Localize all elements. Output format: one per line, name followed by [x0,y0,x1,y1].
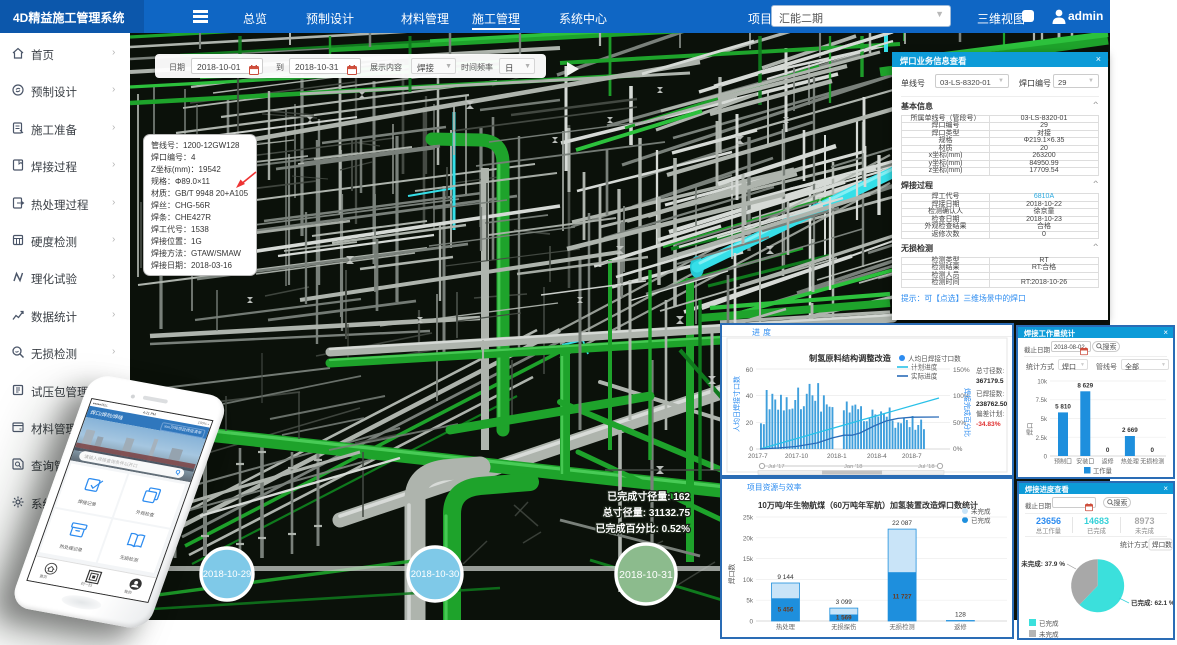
svg-text:焊口: 焊口 [1025,423,1034,436]
svg-text:40: 40 [746,393,754,400]
svg-text:128: 128 [955,612,966,619]
svg-text:制氢原料结构调整改造: 制氢原料结构调整改造 [809,353,892,363]
svg-text:0%: 0% [953,446,963,453]
svg-text:偏差计划:: 偏差计划: [976,409,1004,418]
svg-text:预制口: 预制口 [1054,458,1072,466]
svg-text:0: 0 [1150,447,1154,454]
svg-text:-34.83%: -34.83% [976,421,1001,428]
svg-text:Jul '18: Jul '18 [918,464,935,470]
svg-text:计划进度: 计划进度 [911,363,938,372]
svg-text:Jul '17: Jul '17 [768,464,785,470]
svg-text:2018-10-31: 2018-10-31 [619,569,673,581]
svg-text:238762.50: 238762.50 [976,401,1008,408]
svg-text:实际进度: 实际进度 [911,372,938,381]
svg-text:15k: 15k [743,556,754,563]
svg-text:焊口数: 焊口数 [1152,540,1172,549]
svg-text:未完成: 未完成 [971,507,991,516]
svg-text:热处理: 热处理 [1121,458,1139,466]
svg-text:已焊接数:: 已焊接数: [976,389,1004,398]
svg-text:60: 60 [746,367,754,374]
svg-text:2 669: 2 669 [1122,427,1138,434]
svg-text:11 727: 11 727 [893,594,912,601]
svg-text:返修: 返修 [1102,458,1114,466]
svg-text:150%: 150% [953,367,970,374]
svg-text:统计方式: 统计方式 [1120,540,1148,549]
svg-text:总寸径量: 31132.75: 总寸径量: 31132.75 [603,506,691,519]
svg-text:25k: 25k [743,515,754,522]
svg-text:10k: 10k [743,577,754,584]
svg-text:9 144: 9 144 [777,574,794,581]
svg-text:无损探伤: 无损探伤 [831,622,856,631]
svg-text:已完成百分比: 0.52%: 已完成百分比: 0.52% [596,522,691,535]
svg-text:2017-7: 2017-7 [748,453,768,460]
svg-text:工作量: 工作量 [1093,466,1113,475]
svg-text:10k: 10k [1037,380,1048,386]
svg-text:1 569: 1 569 [836,615,852,622]
svg-text:焊接完成百分比: 焊接完成百分比 [963,388,972,437]
svg-text:热处理: 热处理 [776,622,796,631]
svg-text:0: 0 [1106,447,1110,454]
svg-text:未完成: 未完成 [1039,630,1059,639]
svg-text:367179.5: 367179.5 [976,378,1004,385]
svg-text:2018-7: 2018-7 [902,453,922,460]
svg-text:5k: 5k [746,598,754,605]
svg-text:人均日焊接寸口数: 人均日焊接寸口数 [732,376,741,432]
svg-text:8 629: 8 629 [1077,382,1093,389]
svg-text:3 099: 3 099 [836,599,853,606]
svg-text:0: 0 [749,619,753,626]
svg-text:2017-10: 2017-10 [785,453,809,460]
svg-text:20: 20 [746,420,754,427]
svg-text:人均日焊接寸口数: 人均日焊接寸口数 [908,354,961,363]
svg-text:已完成寸径量: 162: 已完成寸径量: 162 [607,490,690,503]
svg-text:总寸径数:: 总寸径数: [976,366,1004,375]
svg-text:2018-4: 2018-4 [867,453,887,460]
svg-text:已完成: 62.1 %: 已完成: 62.1 % [1131,598,1173,607]
svg-text:Jan '18: Jan '18 [844,464,863,470]
svg-text:5 810: 5 810 [1055,403,1071,410]
svg-text:2018-10-29: 2018-10-29 [203,569,252,580]
svg-text:返修: 返修 [954,622,967,631]
svg-text:5k: 5k [1041,417,1048,423]
svg-text:0: 0 [749,446,753,453]
svg-text:无损检测: 无损检测 [890,622,915,631]
svg-text:5 456: 5 456 [778,607,794,614]
svg-text:7.5k: 7.5k [1036,398,1048,404]
svg-text:无损检测: 无损检测 [1140,458,1164,466]
svg-text:22 087: 22 087 [892,520,912,527]
svg-text:0: 0 [1044,455,1048,461]
svg-text:10万吨/年生物航煤（60万吨年军航）加氢装置改造焊口数统计: 10万吨/年生物航煤（60万吨年军航）加氢装置改造焊口数统计 [758,500,978,510]
svg-text:未完成: 37.9 %: 未完成: 37.9 % [1021,559,1065,568]
svg-text:安装口: 安装口 [1076,458,1094,466]
svg-text:焊口数: 焊口数 [727,564,736,585]
svg-text:2.5k: 2.5k [1036,436,1048,442]
svg-text:2018-10-30: 2018-10-30 [411,569,460,580]
svg-text:2018-1: 2018-1 [827,453,847,460]
svg-text:20k: 20k [743,535,754,542]
svg-text:已完成: 已完成 [1039,619,1059,628]
